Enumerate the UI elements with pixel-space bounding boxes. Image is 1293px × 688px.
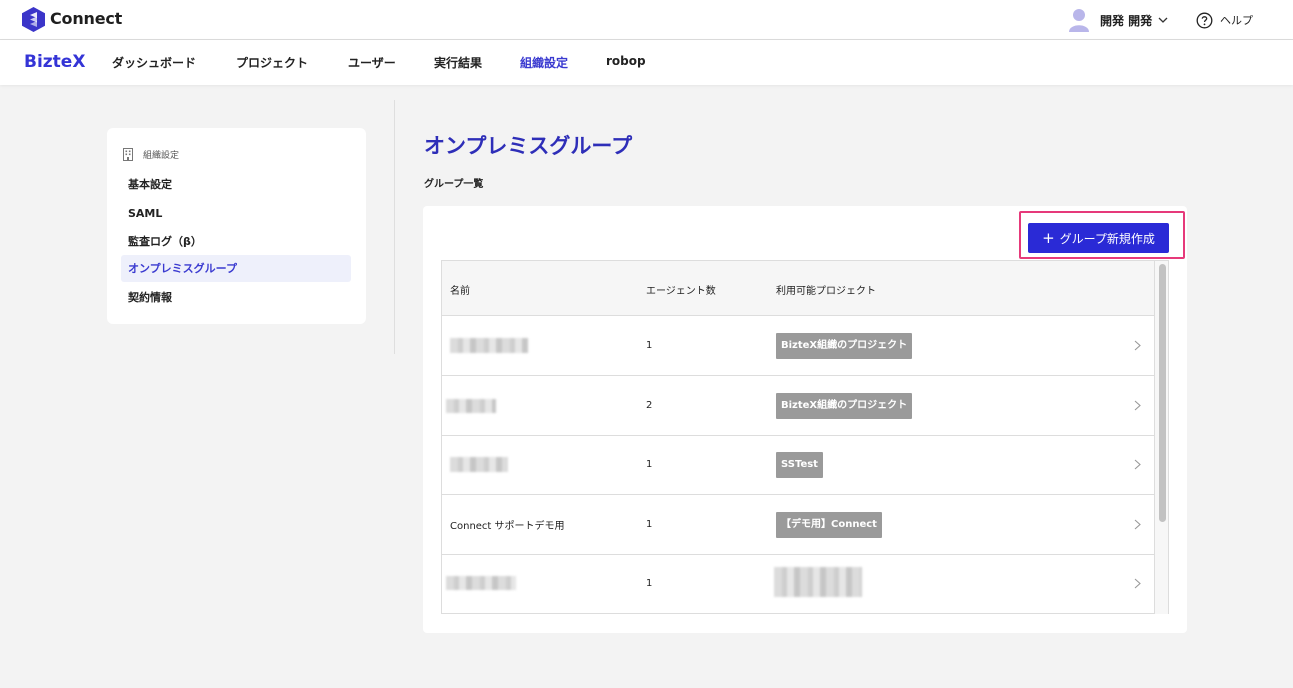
user-menu[interactable]: 開発 開発 [1068, 6, 1170, 34]
groups-table: 名前 エージェント数 利用可能プロジェクト 1 BizteX組織のプロジェクト … [441, 260, 1169, 614]
create-group-button-label: グループ新規作成 [1059, 231, 1155, 246]
top-bar: Connect 開発 開発 ヘルプ [0, 0, 1293, 40]
sidebar-heading-label: 組織設定 [143, 151, 180, 161]
user-name: 開発 開発 [1100, 13, 1153, 28]
agent-count: 1 [646, 518, 653, 530]
nav-users[interactable]: ユーザー [348, 54, 396, 71]
plus-icon: + [1042, 228, 1055, 247]
sidebar-heading: 組織設定 [122, 148, 179, 161]
building-icon [123, 148, 133, 161]
chevron-right-icon [1134, 400, 1141, 411]
chevron-right-icon [1134, 459, 1141, 470]
project-tag: SSTest [776, 452, 823, 478]
redacted-name [450, 338, 528, 353]
section-subtitle: グループ一覧 [424, 179, 484, 190]
vertical-divider [394, 100, 395, 354]
chevron-right-icon [1134, 340, 1141, 351]
sidebar-item-contract[interactable]: 契約情報 [121, 284, 351, 311]
redacted-name [446, 399, 496, 413]
nav-dashboard[interactable]: ダッシュボード [112, 54, 196, 71]
settings-sidebar: 組織設定 基本設定 SAML 監査ログ（β） オンプレミスグループ 契約情報 [107, 128, 366, 324]
table-row[interactable]: 1 SSTest [442, 435, 1154, 495]
table-header: 名前 エージェント数 利用可能プロジェクト [442, 261, 1154, 316]
sidebar-item-audit-log[interactable]: 監査ログ（β） [121, 228, 351, 255]
nav-results[interactable]: 実行結果 [434, 54, 482, 71]
chevron-down-icon [1158, 17, 1168, 23]
agent-count: 1 [646, 339, 653, 351]
column-header-name: 名前 [450, 286, 470, 297]
agent-count: 1 [646, 577, 653, 589]
table-row[interactable]: 1 [442, 554, 1154, 614]
sidebar-item-basic-settings[interactable]: 基本設定 [121, 171, 351, 198]
connect-logo-icon[interactable] [22, 7, 45, 32]
table-scrollbar[interactable] [1154, 261, 1168, 614]
column-header-agents: エージェント数 [646, 286, 716, 297]
agent-count: 2 [646, 399, 653, 411]
redacted-name [450, 457, 508, 472]
table-row[interactable]: Connect サポートデモ用 1 【デモ用】Connect [442, 495, 1154, 555]
chevron-right-icon [1134, 578, 1141, 589]
redacted-project [774, 567, 862, 597]
project-tag: BizteX組織のプロジェクト [776, 333, 913, 359]
project-tag: BizteX組織のプロジェクト [776, 393, 913, 419]
help-label: ヘルプ [1220, 14, 1253, 27]
help-link[interactable]: ヘルプ [1196, 10, 1253, 30]
column-header-projects: 利用可能プロジェクト [776, 286, 876, 297]
table-row[interactable]: 2 BizteX組織のプロジェクト [442, 376, 1154, 436]
project-tag: 【デモ用】Connect [776, 512, 882, 538]
user-avatar-icon [1069, 9, 1089, 32]
app-name[interactable]: Connect [50, 9, 122, 28]
nav-robop[interactable]: robop [606, 54, 646, 68]
sidebar-item-onprem-groups[interactable]: オンプレミスグループ [121, 255, 351, 282]
scrollbar-thumb[interactable] [1159, 264, 1166, 522]
redacted-name [446, 576, 516, 590]
brand-logo[interactable]: BizteX [24, 52, 85, 72]
chevron-right-icon [1134, 519, 1141, 530]
nav-org-settings[interactable]: 組織設定 [520, 54, 568, 71]
avatar [1068, 8, 1090, 32]
nav-projects[interactable]: プロジェクト [236, 54, 308, 71]
group-name: Connect サポートデモ用 [450, 520, 565, 532]
sidebar-item-saml[interactable]: SAML [121, 200, 351, 227]
agent-count: 1 [646, 458, 653, 470]
main-nav: BizteX ダッシュボード プロジェクト ユーザー 実行結果 組織設定 rob… [0, 40, 1293, 85]
page-title: オンプレミスグループ [424, 134, 633, 158]
create-group-button[interactable]: + グループ新規作成 [1028, 223, 1169, 253]
help-circle-icon [1196, 12, 1213, 28]
table-row[interactable]: 1 BizteX組織のプロジェクト [442, 316, 1154, 376]
